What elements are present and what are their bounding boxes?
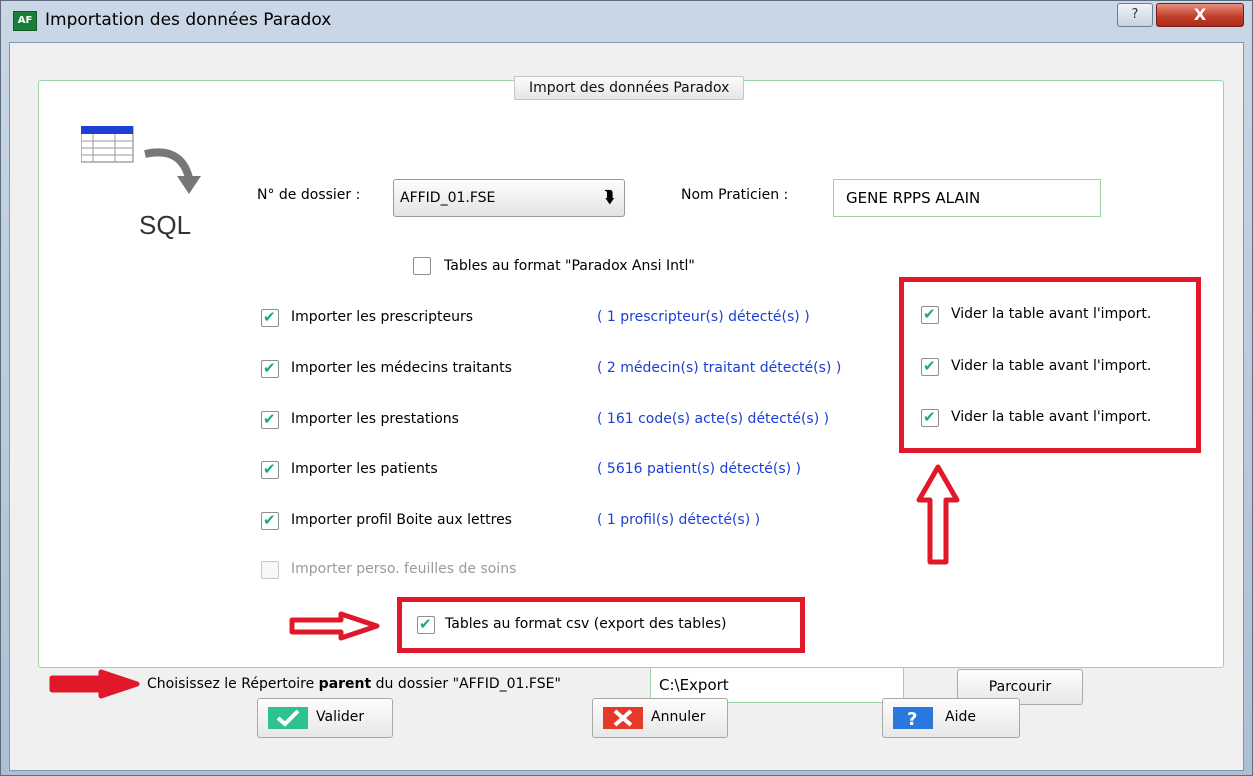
dossier-label: N° de dossier :	[257, 187, 361, 203]
dialog-body: Import des données Paradox SQL N° de dos…	[9, 42, 1244, 771]
csv-checkbox[interactable]	[417, 615, 435, 634]
app-icon: AF	[13, 11, 37, 31]
prestations-detected: ( 161 code(s) acte(s) détecté(s) )	[597, 411, 830, 427]
browse-label: Parcourir	[988, 679, 1052, 695]
ansi-label[interactable]: Tables au format "Paradox Ansi Intl"	[444, 258, 695, 274]
ansi-checkbox[interactable]	[413, 257, 431, 275]
group-title: Import des données Paradox	[514, 76, 745, 100]
import-medecins-label[interactable]: Importer les médecins traitants	[291, 360, 512, 376]
import-profil-checkbox[interactable]	[261, 511, 279, 530]
title-bar[interactable]: AF Importation des données Paradox ? X	[1, 1, 1252, 37]
repertoire-label: Choisissez le Répertoire parent du dossi…	[147, 676, 561, 692]
up-arrow-annotation-icon	[916, 464, 960, 565]
import-patients-checkbox[interactable]	[261, 460, 279, 479]
check-icon	[268, 707, 308, 729]
validate-button[interactable]: Valider	[257, 698, 393, 738]
vider-medecins-checkbox[interactable]	[921, 357, 939, 376]
repertoire-label-post: du dossier "AFFID_01.FSE"	[371, 676, 561, 692]
dossier-select[interactable]: AFFID_01.FSE ⮯	[393, 179, 625, 217]
praticien-field[interactable]: GENE RPPS ALAIN	[833, 179, 1101, 217]
aide-button[interactable]: ? Aide	[882, 698, 1020, 738]
import-group: Import des données Paradox SQL N° de dos…	[38, 76, 1224, 705]
dropdown-arrow-icon: ⮯	[604, 187, 614, 206]
validate-label: Valider	[316, 709, 365, 725]
window-title: Importation des données Paradox	[45, 10, 332, 30]
help-title-button[interactable]: ?	[1117, 3, 1153, 27]
profil-detected: ( 1 profil(s) détecté(s) )	[597, 512, 761, 528]
sql-label: SQL	[139, 210, 191, 240]
cancel-label: Annuler	[651, 709, 706, 725]
question-icon: ?	[893, 707, 933, 729]
repertoire-label-pre: Choisissez le Répertoire	[147, 676, 319, 692]
vider-prestations-label[interactable]: Vider la table avant l'import.	[951, 409, 1151, 425]
praticien-label: Nom Praticien :	[681, 187, 789, 203]
vider-medecins-label[interactable]: Vider la table avant l'import.	[951, 358, 1151, 374]
repertoire-value: C:\Export	[659, 676, 729, 694]
vider-prestations-checkbox[interactable]	[921, 408, 939, 427]
import-prescripteurs-checkbox[interactable]	[261, 308, 279, 327]
cross-icon	[603, 707, 643, 729]
import-medecins-checkbox[interactable]	[261, 359, 279, 378]
import-prestations-checkbox[interactable]	[261, 410, 279, 429]
svg-text:?: ?	[907, 709, 917, 729]
import-dialog-window: AF Importation des données Paradox ? X I…	[0, 0, 1253, 776]
vider-prescripteurs-label[interactable]: Vider la table avant l'import.	[951, 306, 1151, 322]
import-prestations-label[interactable]: Importer les prestations	[291, 411, 459, 427]
praticien-value: GENE RPPS ALAIN	[846, 189, 981, 207]
prescripteurs-detected: ( 1 prescripteur(s) détecté(s) )	[597, 309, 810, 325]
dossier-value: AFFID_01.FSE	[400, 190, 496, 206]
import-profil-label[interactable]: Importer profil Boite aux lettres	[291, 512, 512, 528]
medecins-detected: ( 2 médecin(s) traitant détecté(s) )	[597, 360, 842, 376]
import-prescripteurs-label[interactable]: Importer les prescripteurs	[291, 309, 473, 325]
table-to-sql-icon: SQL	[81, 126, 201, 240]
vider-prescripteurs-checkbox[interactable]	[921, 305, 939, 324]
repertoire-label-bold: parent	[318, 676, 372, 692]
close-button[interactable]: X	[1156, 3, 1244, 27]
patients-detected: ( 5616 patient(s) détecté(s) )	[597, 461, 802, 477]
right-arrow-annotation-icon	[289, 611, 380, 641]
cancel-button[interactable]: Annuler	[592, 698, 728, 738]
right-arrow-annotation-icon	[49, 669, 140, 699]
import-feuilles-checkbox	[261, 561, 279, 579]
import-patients-label[interactable]: Importer les patients	[291, 461, 438, 477]
csv-label[interactable]: Tables au format csv (export des tables)	[445, 616, 726, 632]
aide-label: Aide	[945, 709, 976, 725]
import-feuilles-label: Importer perso. feuilles de soins	[291, 561, 517, 577]
